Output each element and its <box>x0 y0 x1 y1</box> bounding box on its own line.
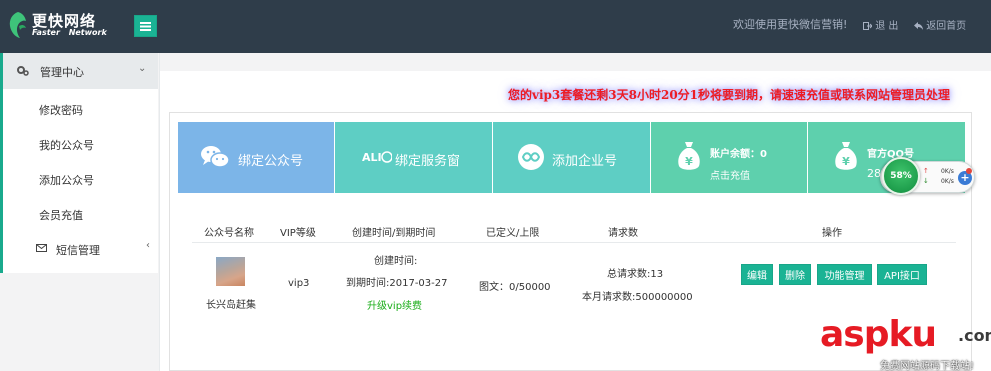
watermark: aspku .com 免费网站源码下载站! <box>820 315 991 371</box>
balance-tile[interactable]: ¥ 账户余额：0 点击充值 <box>651 122 807 193</box>
defined-count: 图文：0/50000 <box>479 282 551 293</box>
api-button[interactable]: API接口 <box>877 264 927 285</box>
memory-gauge[interactable]: 58% <box>882 157 920 195</box>
money-bag-icon: ¥ <box>678 142 700 170</box>
sidebar-item-add-account[interactable]: 添加公众号 <box>39 172 94 188</box>
add-enterprise-tile[interactable]: 添加企业号 <box>493 122 650 193</box>
top-navbar: 更快网络 Faster Network 欢迎使用更快微信营销! 退 出 返回首页 <box>0 0 991 53</box>
bind-mp-label: 绑定公众号 <box>238 154 304 169</box>
close-icon[interactable] <box>966 168 972 174</box>
total-requests: 总请求数:13 <box>607 269 664 280</box>
col-header-name: 公众号名称 <box>204 228 254 239</box>
watermark-domain: .com <box>958 326 991 345</box>
col-header-actions: 操作 <box>822 228 842 239</box>
account-name: 长兴岛赶集 <box>206 300 256 311</box>
col-header-vip: VIP等级 <box>280 228 316 239</box>
gears-icon <box>17 66 29 76</box>
upload-arrow-icon: ↑ <box>923 167 929 175</box>
bind-service-tile[interactable]: ALI 绑定服务窗 <box>335 122 492 193</box>
home-label: 返回首页 <box>926 21 967 32</box>
add-enterprise-label: 添加企业号 <box>552 154 618 169</box>
enterprise-icon <box>518 144 544 170</box>
edit-button[interactable]: 编辑 <box>741 264 773 285</box>
envelope-icon <box>36 244 47 252</box>
recharge-link[interactable]: 点击充值 <box>710 167 750 182</box>
svg-text:¥: ¥ <box>842 155 850 168</box>
sidebar: 管理中心 ⌄ 修改密码 我的公众号 添加公众号 会员充值 短信管理 ‹ <box>0 53 160 371</box>
bind-service-label: 绑定服务窗 <box>395 154 461 169</box>
logo-mark-icon <box>9 12 26 38</box>
col-header-defined: 已定义/上限 <box>486 228 540 239</box>
logout-label: 退 出 <box>875 21 899 32</box>
home-link[interactable]: 返回首页 <box>914 17 966 32</box>
watermark-brand: aspku <box>820 314 937 355</box>
sidebar-item-my-accounts[interactable]: 我的公众号 <box>39 137 94 153</box>
chevron-left-icon: ‹ <box>146 240 150 251</box>
month-requests: 本月请求数:500000000 <box>582 292 693 303</box>
logo-subtext: Faster Network <box>32 28 107 37</box>
chevron-down-icon: ⌄ <box>138 63 147 74</box>
logout-link[interactable]: 退 出 <box>863 17 898 32</box>
sidebar-item-change-password[interactable]: 修改密码 <box>39 102 83 118</box>
col-header-requests: 请求数 <box>608 228 638 239</box>
created-time: 创建时间: <box>374 256 418 267</box>
money-bag-icon: ¥ <box>835 142 857 170</box>
logout-icon <box>863 22 873 30</box>
reply-icon <box>914 22 923 30</box>
download-speed: 0K/s <box>941 178 954 185</box>
bind-mp-tile[interactable]: 绑定公众号 <box>178 122 334 193</box>
sidebar-item-sms[interactable]: 短信管理 <box>56 242 100 258</box>
logo[interactable]: 更快网络 Faster Network <box>8 10 128 44</box>
sidebar-section-management[interactable]: 管理中心 ⌄ <box>0 53 158 89</box>
alipay-icon: ALI <box>362 151 392 164</box>
col-header-time: 创建时间/到期时间 <box>352 228 436 239</box>
svg-text:¥: ¥ <box>685 155 693 168</box>
sidebar-item-recharge[interactable]: 会员充值 <box>39 207 83 223</box>
upload-speed: 0K/s <box>941 168 954 175</box>
account-avatar <box>216 257 245 286</box>
expire-time: 到期时间:2017-03-27 <box>346 278 448 289</box>
vip-level: vip3 <box>288 278 310 289</box>
wechat-icon <box>201 146 230 168</box>
download-arrow-icon: ↓ <box>923 177 929 185</box>
gauge-percent: 58% <box>890 171 912 181</box>
upgrade-vip-link[interactable]: 升级vip续费 <box>367 297 422 312</box>
expiry-notice: 您的vip3套餐还剩3天8小时20分1秒将要到期，请速速充值或联系网站管理员处理 <box>508 88 951 102</box>
delete-button[interactable]: 删除 <box>779 264 811 285</box>
hamburger-icon <box>140 21 151 31</box>
sidebar-section-label: 管理中心 <box>40 66 84 79</box>
watermark-subtitle: 免费网站源码下载站! <box>880 361 975 371</box>
table-divider <box>192 242 956 243</box>
svg-text:ALI: ALI <box>362 151 382 164</box>
balance-label: 账户余额：0 <box>710 149 767 160</box>
welcome-text: 欢迎使用更快微信营销! <box>733 18 848 31</box>
menu-toggle-button[interactable] <box>134 15 157 37</box>
feature-manage-button[interactable]: 功能管理 <box>817 264 872 285</box>
